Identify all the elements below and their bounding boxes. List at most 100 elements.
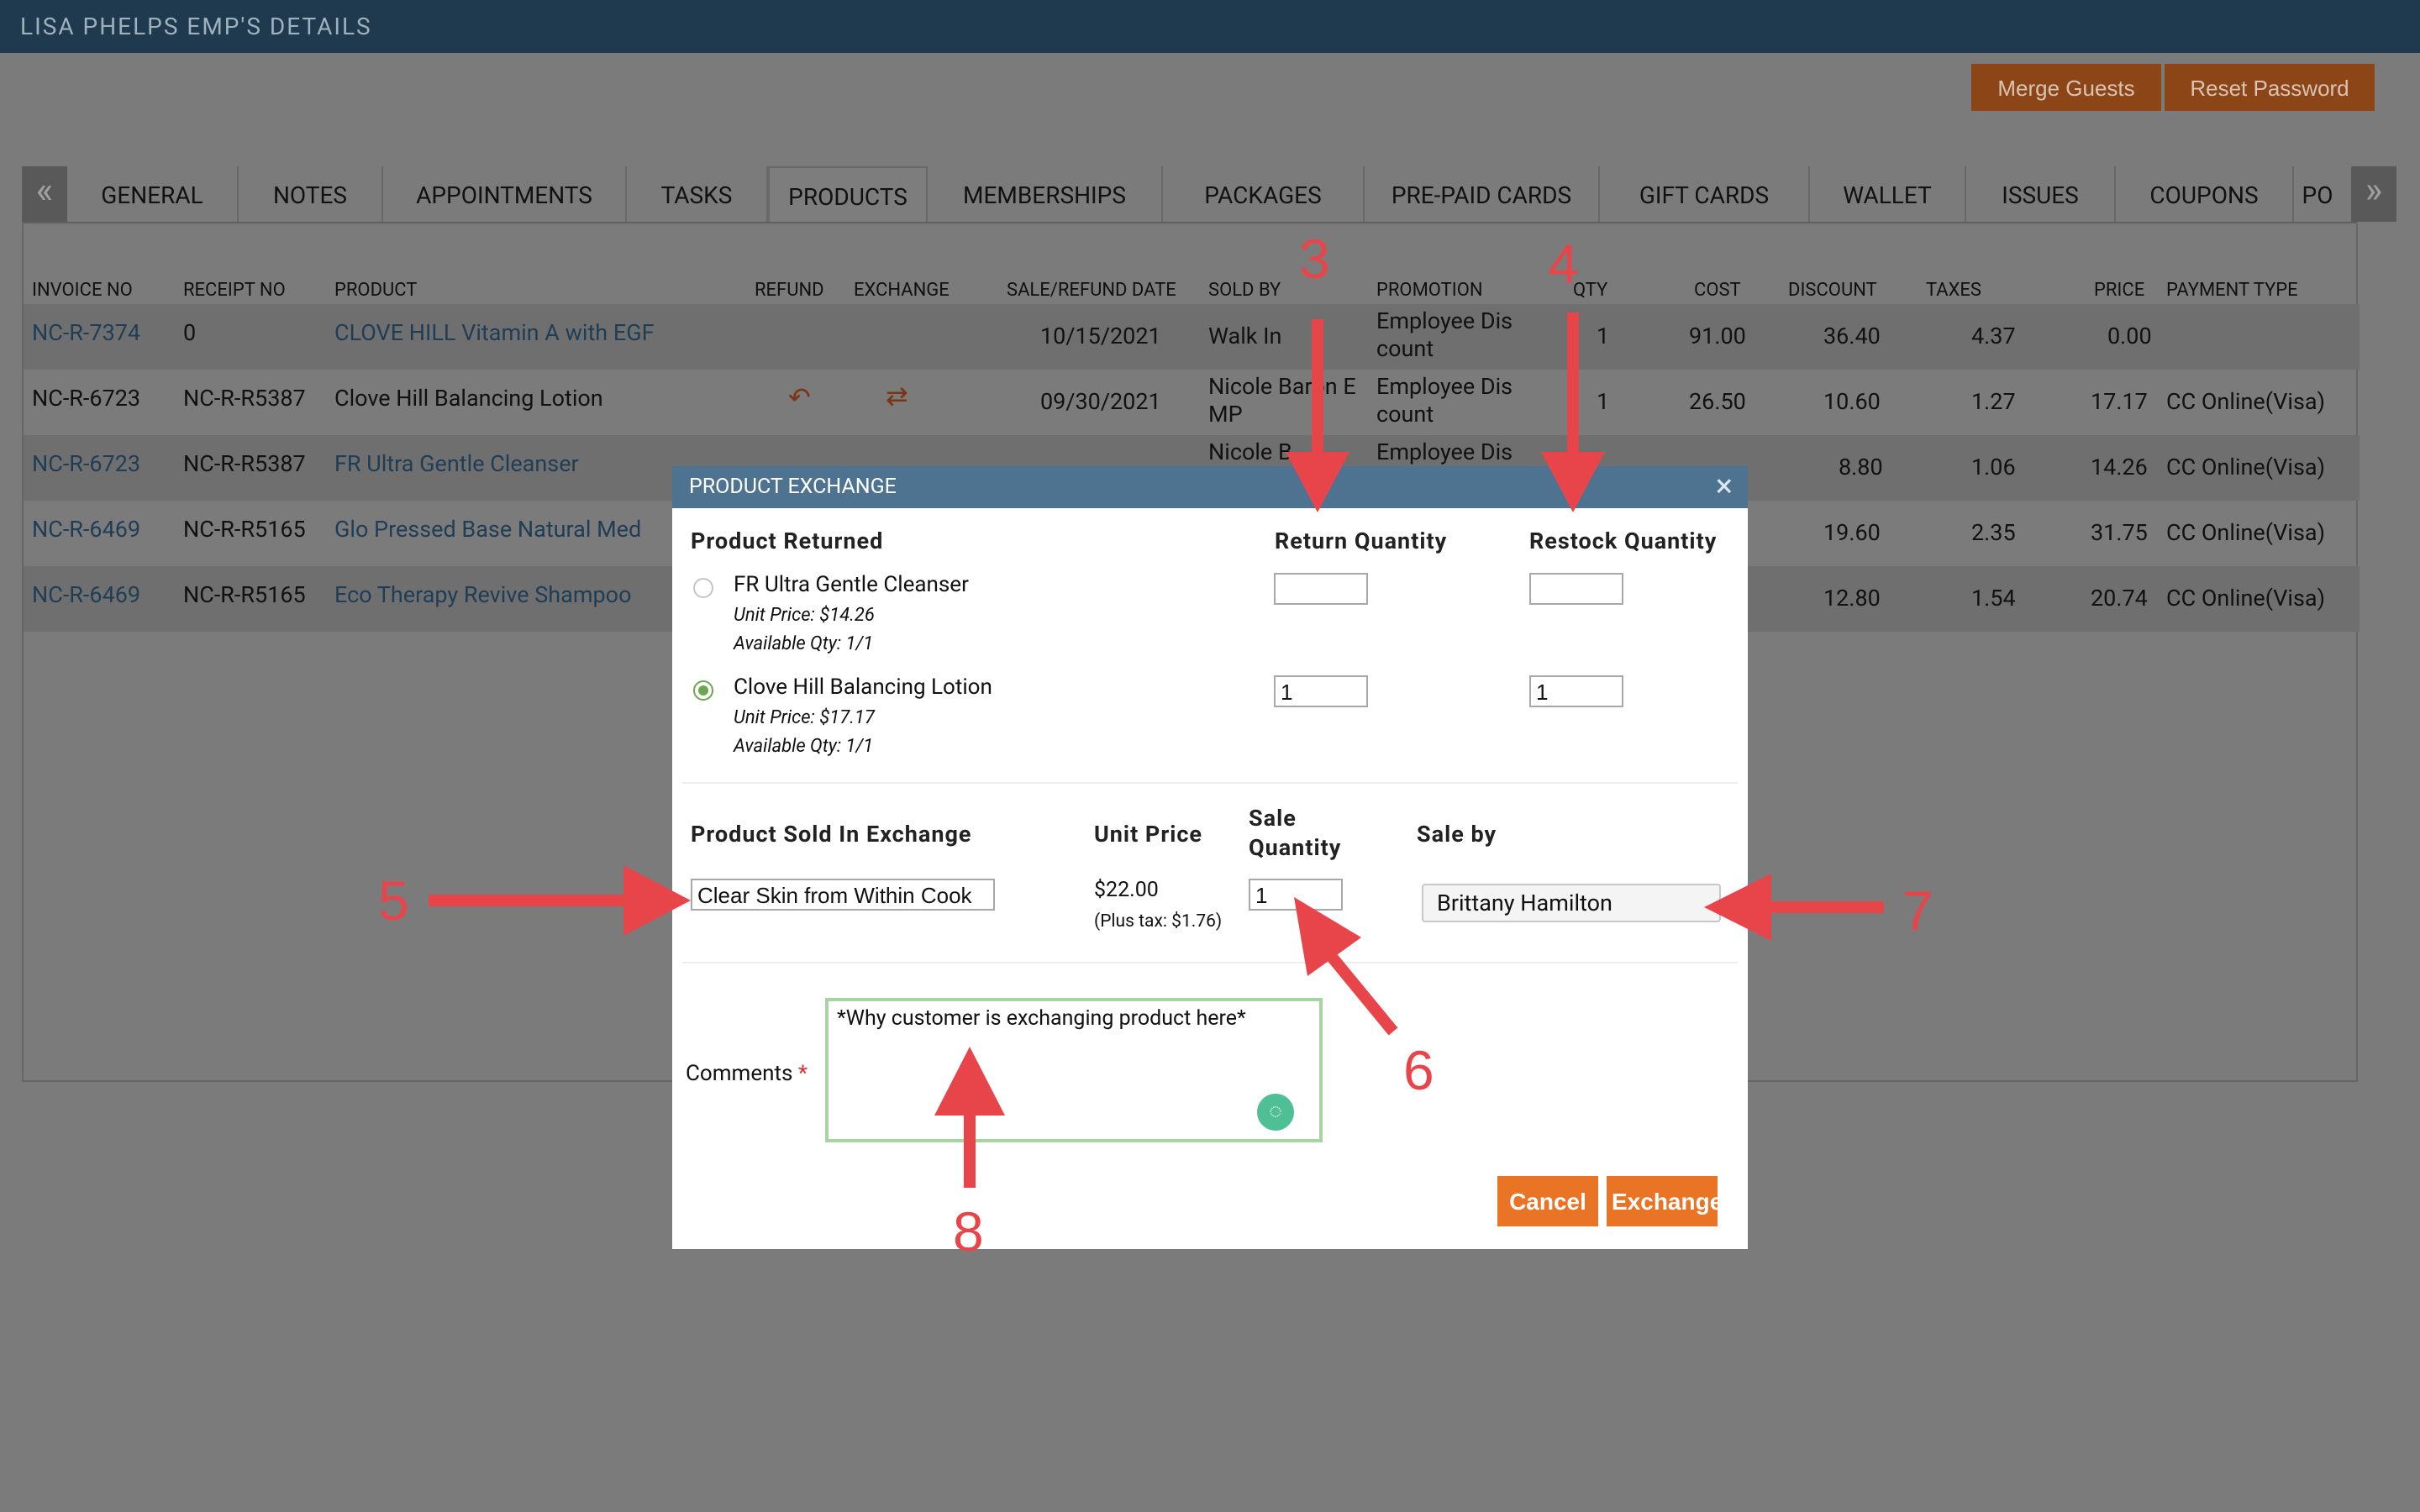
reset-password-button[interactable]: Reset Password — [2165, 64, 2375, 111]
col-sold-by: SOLD BY — [1208, 280, 1281, 301]
sale-quantity-label-2: Quantity — [1249, 834, 1342, 861]
sold-by: Nicole Baron E — [1208, 373, 1356, 400]
annotation-4: 4 — [1548, 233, 1579, 295]
taxes: 4.37 — [1971, 323, 2016, 349]
tabs-next-icon[interactable]: » — [2351, 166, 2396, 222]
dialog-header: PRODUCT EXCHANGE × — [672, 466, 1748, 508]
discount: 8.80 — [1839, 454, 1883, 480]
cost: 91.00 — [1689, 323, 1746, 349]
tab-packages[interactable]: PACKAGES — [1163, 166, 1365, 222]
tab-notes[interactable]: NOTES — [239, 166, 383, 222]
section-divider — [682, 962, 1738, 963]
col-refund: REFUND — [755, 280, 824, 301]
cost: 26.50 — [1689, 388, 1746, 415]
invoice-no: NC-R-6723 — [32, 385, 141, 412]
required-mark: * — [797, 1061, 808, 1086]
tab-products[interactable]: PRODUCTS — [768, 166, 928, 222]
page-header: LISA PHELPS EMP'S DETAILS — [0, 0, 2420, 53]
price: 0.00 — [2107, 323, 2152, 349]
col-price: PRICE — [2094, 280, 2145, 301]
promotion: Employee Dis — [1376, 438, 1513, 465]
invoice-link[interactable]: NC-R-6469 — [32, 581, 140, 609]
sale-date: 10/15/2021 — [1040, 323, 1161, 349]
invoice-link[interactable]: NC-R-7374 — [32, 319, 140, 347]
restock-quantity-label: Restock Quantity — [1529, 528, 1718, 554]
cancel-button[interactable]: Cancel — [1497, 1176, 1598, 1226]
receipt-no: NC-R-R5387 — [183, 385, 306, 412]
payment-type: CC Online(Visa) — [2166, 519, 2325, 546]
tab-bar: GENERAL NOTES APPOINTMENTS TASKS PRODUCT… — [22, 166, 2358, 223]
discount: 19.60 — [1823, 519, 1881, 546]
col-date: SALE/REFUND DATE — [1007, 280, 1176, 301]
annotation-7: 7 — [1902, 879, 1933, 942]
return-quantity-input[interactable]: 1 — [1274, 675, 1368, 707]
promotion-cont: count — [1376, 335, 1434, 362]
col-payment: PAYMENT TYPE — [2166, 280, 2298, 301]
discount: 36.40 — [1823, 323, 1881, 349]
invoice-link[interactable]: NC-R-6723 — [32, 450, 140, 478]
receipt-no: NC-R-R5387 — [183, 450, 306, 477]
returned-item-radio[interactable] — [693, 578, 713, 598]
sold-by-cont: MP — [1208, 401, 1243, 428]
product-link[interactable]: Eco Therapy Revive Shampoo — [334, 581, 631, 609]
col-receipt: RECEIPT NO — [183, 280, 286, 301]
refund-icon[interactable]: ↶ — [788, 381, 811, 413]
col-product: PRODUCT — [334, 280, 418, 301]
annotation-3: 3 — [1299, 228, 1330, 290]
tab-general[interactable]: GENERAL — [67, 166, 239, 222]
returned-item-available: Available Qty: 1/1 — [734, 633, 874, 654]
invoice-link[interactable]: NC-R-6469 — [32, 516, 140, 543]
product-sold-input[interactable]: Clear Skin from Within Cook — [691, 879, 995, 911]
sale-date: 09/30/2021 — [1040, 388, 1161, 415]
merge-guests-button[interactable]: Merge Guests — [1971, 64, 2161, 111]
product-sold-label: Product Sold In Exchange — [691, 821, 972, 848]
discount: 10.60 — [1823, 388, 1881, 415]
tab-issues[interactable]: ISSUES — [1966, 166, 2116, 222]
product-link[interactable]: Glo Pressed Base Natural Med — [334, 516, 641, 543]
annotation-5: 5 — [378, 869, 409, 932]
returned-item-name: FR Ultra Gentle Cleanser — [734, 572, 969, 597]
sold-by: Walk In — [1208, 323, 1282, 349]
tab-appointments[interactable]: APPOINTMENTS — [383, 166, 627, 222]
discount: 12.80 — [1823, 585, 1881, 612]
tab-memberships[interactable]: MEMBERSHIPS — [928, 166, 1163, 222]
annotation-8: 8 — [953, 1200, 984, 1263]
sold-by: Nicole B — [1208, 438, 1292, 465]
tab-tasks[interactable]: TASKS — [627, 166, 768, 222]
promotion: Employee Dis — [1376, 373, 1513, 400]
comments-textarea[interactable]: *Why customer is exchanging product here… — [825, 998, 1323, 1142]
close-icon[interactable]: × — [1716, 466, 1733, 507]
price: 31.75 — [2091, 519, 2148, 546]
receipt-no: NC-R-R5165 — [183, 581, 306, 608]
tab-wallet[interactable]: WALLET — [1810, 166, 1966, 222]
price: 14.26 — [2091, 454, 2148, 480]
exchange-button[interactable]: Exchange — [1607, 1176, 1723, 1226]
sold-unit-price: $22.00 — [1094, 878, 1159, 902]
returned-item-available: Available Qty: 1/1 — [734, 736, 874, 757]
tab-gift-cards[interactable]: GIFT CARDS — [1600, 166, 1810, 222]
tab-coupons[interactable]: COUPONS — [2116, 166, 2294, 222]
receipt-no: 0 — [183, 319, 197, 346]
taxes: 1.27 — [1971, 388, 2016, 415]
product-link[interactable]: FR Ultra Gentle Cleanser — [334, 450, 579, 478]
taxes: 1.06 — [1971, 454, 2016, 480]
tab-more[interactable]: PO — [2294, 166, 2341, 222]
returned-item-radio-selected[interactable] — [693, 680, 713, 701]
sale-quantity-input[interactable]: 1 — [1249, 879, 1343, 911]
unit-price-label: Unit Price — [1094, 821, 1203, 848]
restock-quantity-input[interactable] — [1529, 573, 1623, 605]
restock-quantity-input[interactable]: 1 — [1529, 675, 1623, 707]
sold-tax: (Plus tax: $1.76) — [1094, 911, 1223, 932]
col-discount: DISCOUNT — [1788, 280, 1877, 301]
return-quantity-input[interactable] — [1274, 573, 1368, 605]
sale-by-label: Sale by — [1417, 821, 1497, 848]
product-returned-label: Product Returned — [691, 528, 884, 554]
exchange-icon[interactable]: ⇄ — [886, 380, 908, 412]
grammarly-icon[interactable]: ◌ — [1257, 1094, 1294, 1131]
sale-by-value: Brittany Hamilton — [1437, 890, 1612, 916]
product-link[interactable]: CLOVE HILL Vitamin A with EGF — [334, 319, 655, 347]
tab-prepaid-cards[interactable]: PRE-PAID CARDS — [1365, 166, 1600, 222]
comments-text: *Why customer is exchanging product here… — [837, 1006, 1246, 1031]
sale-by-select[interactable]: Brittany Hamilton — [1422, 884, 1721, 922]
dialog-title: PRODUCT EXCHANGE — [689, 475, 897, 499]
